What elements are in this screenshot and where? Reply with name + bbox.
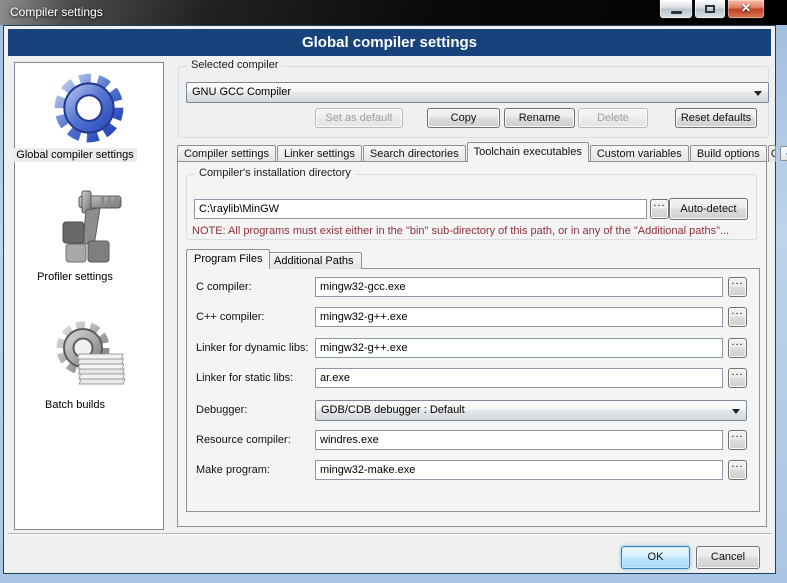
tab-other-settings-partial[interactable]: Other settings (768, 145, 776, 162)
make-program-input[interactable] (315, 460, 723, 480)
resource-compiler-label: Resource compiler: (196, 434, 291, 446)
selected-compiler-legend: Selected compiler (187, 59, 282, 71)
c-compiler-browse-button[interactable]: ... (728, 277, 747, 297)
linker-dynamic-input[interactable] (315, 338, 723, 358)
tab-scroll-left-button[interactable] (780, 146, 787, 161)
sidebar-item-global-compiler-settings[interactable]: Global compiler settings (0, 149, 150, 161)
page-title-band: Global compiler settings (8, 29, 771, 56)
resource-compiler-browse-button[interactable]: ... (728, 430, 747, 450)
cpp-compiler-browse-button[interactable]: ... (728, 307, 747, 327)
auto-detect-button[interactable]: Auto-detect (669, 198, 748, 220)
cancel-button[interactable]: Cancel (696, 546, 760, 569)
settings-tab-strip: Compiler settings Linker settings Search… (177, 142, 787, 162)
debugger-label: Debugger: (196, 404, 247, 416)
footer-separator (8, 533, 771, 535)
chevron-down-icon (754, 91, 762, 96)
tab-build-options[interactable]: Build options (690, 145, 767, 162)
compiler-select-combo[interactable]: GNU GCC Compiler (186, 82, 769, 103)
reset-defaults-button[interactable]: Reset defaults (675, 108, 757, 128)
resource-compiler-input[interactable] (315, 430, 723, 450)
window-title: Compiler settings (10, 5, 103, 19)
compiler-select-value: GNU GCC Compiler (192, 86, 291, 98)
tab-toolchain-executables[interactable]: Toolchain executables (467, 142, 589, 162)
installation-directory-input[interactable] (194, 199, 647, 219)
delete-button[interactable]: Delete (578, 108, 648, 128)
chevron-down-icon (732, 409, 740, 414)
make-program-browse-button[interactable]: ... (728, 460, 747, 480)
sidebar-item-batch-builds[interactable]: Batch builds (0, 399, 150, 411)
gray-gear-papers-icon[interactable] (14, 316, 164, 397)
minimize-icon (671, 11, 682, 14)
linker-static-input[interactable] (315, 368, 723, 388)
close-icon: ✕ (728, 1, 764, 15)
blue-gear-icon[interactable] (14, 66, 164, 153)
installation-directory-browse-button[interactable]: ... (650, 199, 669, 219)
minimize-button[interactable] (659, 0, 693, 19)
ok-button[interactable]: OK (621, 546, 690, 569)
make-program-label: Make program: (196, 464, 270, 476)
cpp-compiler-label: C++ compiler: (196, 311, 264, 323)
page-title: Global compiler settings (8, 29, 771, 56)
tab-custom-variables[interactable]: Custom variables (590, 145, 689, 162)
debugger-combo[interactable]: GDB/CDB debugger : Default (315, 400, 747, 421)
installation-directory-legend: Compiler's installation directory (195, 167, 355, 179)
c-compiler-input[interactable] (315, 277, 723, 297)
rename-button[interactable]: Rename (504, 108, 575, 128)
linker-static-browse-button[interactable]: ... (728, 368, 747, 388)
maximize-icon (705, 5, 715, 13)
debugger-combo-value: GDB/CDB debugger : Default (321, 404, 465, 416)
cpp-compiler-input[interactable] (315, 307, 723, 327)
tab-search-directories[interactable]: Search directories (363, 145, 466, 162)
c-compiler-label: C compiler: (196, 281, 252, 293)
linker-dynamic-label: Linker for dynamic libs: (196, 342, 309, 354)
tab-linker-settings[interactable]: Linker settings (277, 145, 362, 162)
close-button[interactable]: ✕ (727, 0, 765, 19)
caliper-icon[interactable] (14, 188, 164, 273)
tab-compiler-settings[interactable]: Compiler settings (177, 145, 276, 162)
linker-static-label: Linker for static libs: (196, 372, 293, 384)
installation-note: NOTE: All programs must exist either in … (192, 225, 758, 237)
sidebar-item-profiler-settings[interactable]: Profiler settings (0, 271, 150, 283)
copy-button[interactable]: Copy (427, 108, 500, 128)
linker-dynamic-browse-button[interactable]: ... (728, 338, 747, 358)
maximize-button[interactable] (694, 0, 726, 19)
subtab-additional-paths[interactable]: Additional Paths (266, 252, 362, 269)
set-as-default-button[interactable]: Set as default (315, 108, 403, 128)
compiler-settings-window: Compiler settings ✕ Global compiler sett… (0, 0, 787, 583)
subtab-program-files[interactable]: Program Files (186, 249, 270, 269)
titlebar[interactable]: Compiler settings ✕ (0, 0, 787, 25)
